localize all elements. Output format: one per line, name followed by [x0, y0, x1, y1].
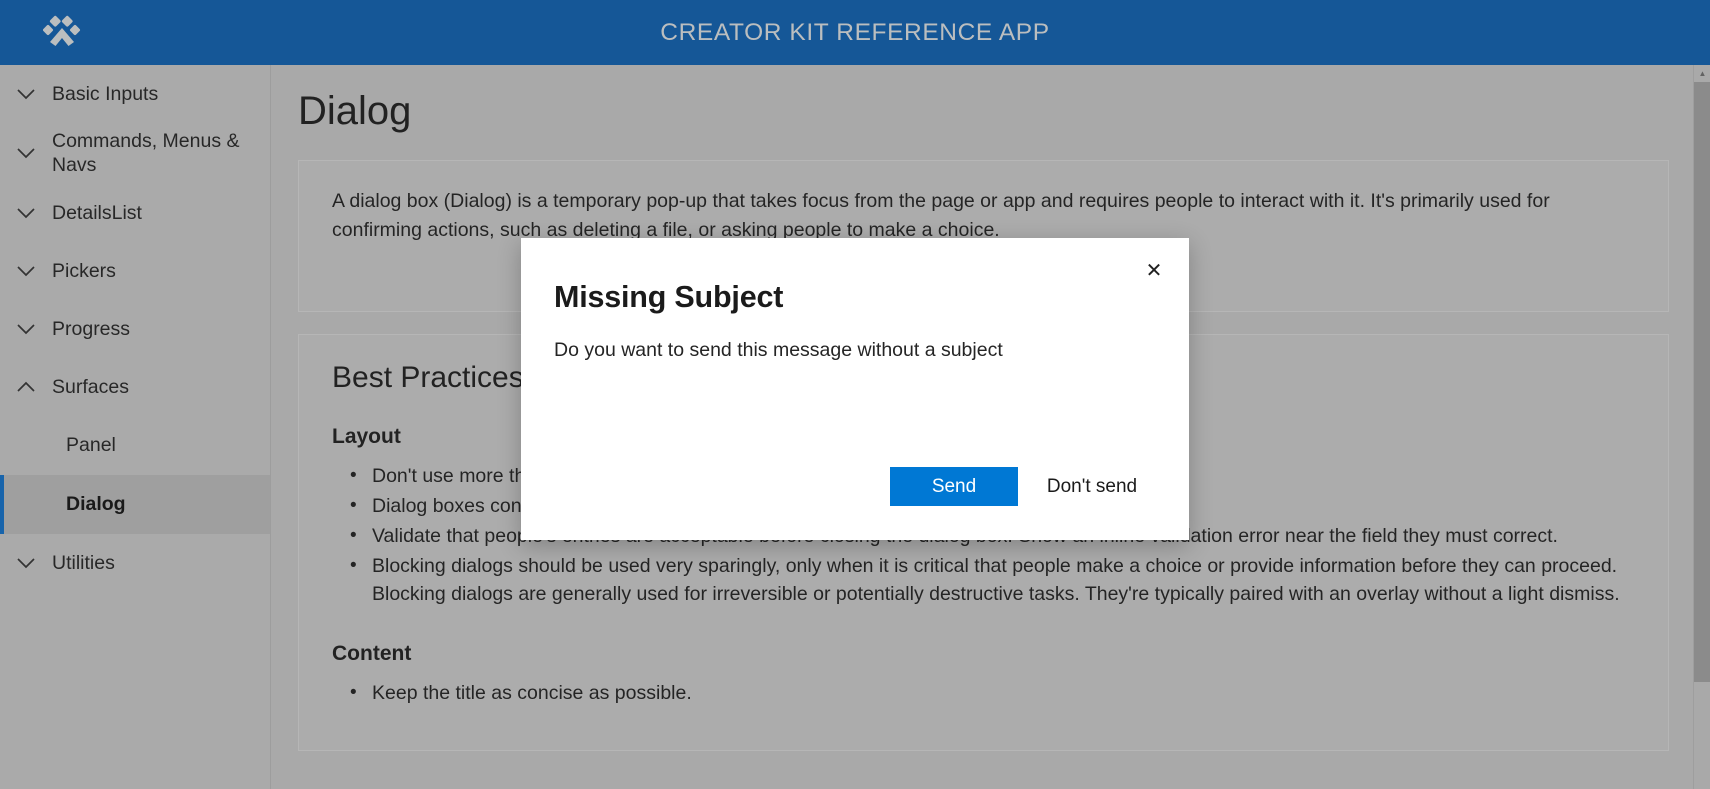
- dialog-subtext: Do you want to send this message without…: [554, 339, 1003, 361]
- scrollbar-thumb[interactable]: [1694, 82, 1710, 682]
- page-title: CREATOR KIT REFERENCE APP: [660, 18, 1050, 46]
- chevron-down-icon: [0, 147, 52, 159]
- chevron-down-icon: [0, 265, 52, 277]
- sidebar-item-label: Surfaces: [52, 375, 129, 398]
- list-item: Keep the title as concise as possible.: [338, 679, 1635, 708]
- sidebar-item-label: Progress: [52, 317, 131, 340]
- vertical-scrollbar[interactable]: ▲: [1693, 65, 1710, 789]
- sidebar-item-basic-inputs[interactable]: Basic Inputs: [0, 65, 270, 123]
- app-header: CREATOR KIT REFERENCE APP: [0, 0, 1710, 65]
- sidebar-item-dialog[interactable]: Dialog: [0, 474, 270, 534]
- sidebar-item-label: DetailsList: [52, 201, 142, 224]
- chevron-down-icon: [0, 557, 52, 569]
- chevron-down-icon: [0, 207, 52, 219]
- content-bullet-list: Keep the title as concise as possible.: [338, 679, 1635, 708]
- sidebar-item-detailslist[interactable]: DetailsList: [0, 184, 270, 242]
- intro-description: A dialog box (Dialog) is a temporary pop…: [332, 190, 1550, 241]
- send-button[interactable]: Send: [890, 467, 1018, 506]
- sidebar-item-utilities[interactable]: Utilities: [0, 534, 270, 592]
- sidebar-item-panel[interactable]: Panel: [0, 416, 270, 475]
- sidebar-item-pickers[interactable]: Pickers: [0, 242, 270, 300]
- dialog-footer: Send Don't send: [521, 467, 1189, 540]
- scroll-up-arrow-icon[interactable]: ▲: [1694, 65, 1710, 82]
- content-heading: Content: [332, 642, 412, 666]
- list-item: Blocking dialogs should be used very spa…: [338, 552, 1635, 609]
- sidebar-item-commands-menus-navs[interactable]: Commands, Menus & Navs: [0, 123, 270, 184]
- sidebar-item-surfaces[interactable]: Surfaces: [0, 358, 270, 416]
- sidebar-item-progress[interactable]: Progress: [0, 300, 270, 358]
- close-icon[interactable]: ✕: [1131, 250, 1177, 292]
- content-page-title: Dialog: [298, 89, 412, 133]
- missing-subject-dialog: ✕ Missing Subject Do you want to send th…: [521, 238, 1189, 540]
- chevron-down-icon: [0, 88, 52, 100]
- sidebar-item-label: Commands, Menus & Navs: [52, 130, 240, 177]
- chevron-down-icon: [0, 323, 52, 335]
- chevron-up-icon: [0, 381, 52, 393]
- dont-send-button[interactable]: Don't send: [1028, 467, 1156, 506]
- sidebar-subitem-label: Panel: [66, 434, 116, 457]
- sidebar-item-label: Basic Inputs: [52, 82, 159, 105]
- sidebar-item-label: Pickers: [52, 259, 116, 282]
- sidebar-subitem-label: Dialog: [66, 493, 126, 516]
- sidebar-item-label: Utilities: [52, 551, 115, 574]
- sidebar-group-top: Basic Inputs Commands, Menus & Navs Deta…: [0, 65, 270, 592]
- sidebar-nav: Basic Inputs Commands, Menus & Navs Deta…: [0, 65, 271, 789]
- app-root: CREATOR KIT REFERENCE APP Basic Inputs C…: [0, 0, 1710, 789]
- dialog-title: Missing Subject: [554, 280, 784, 314]
- paw-print-icon[interactable]: [42, 13, 82, 53]
